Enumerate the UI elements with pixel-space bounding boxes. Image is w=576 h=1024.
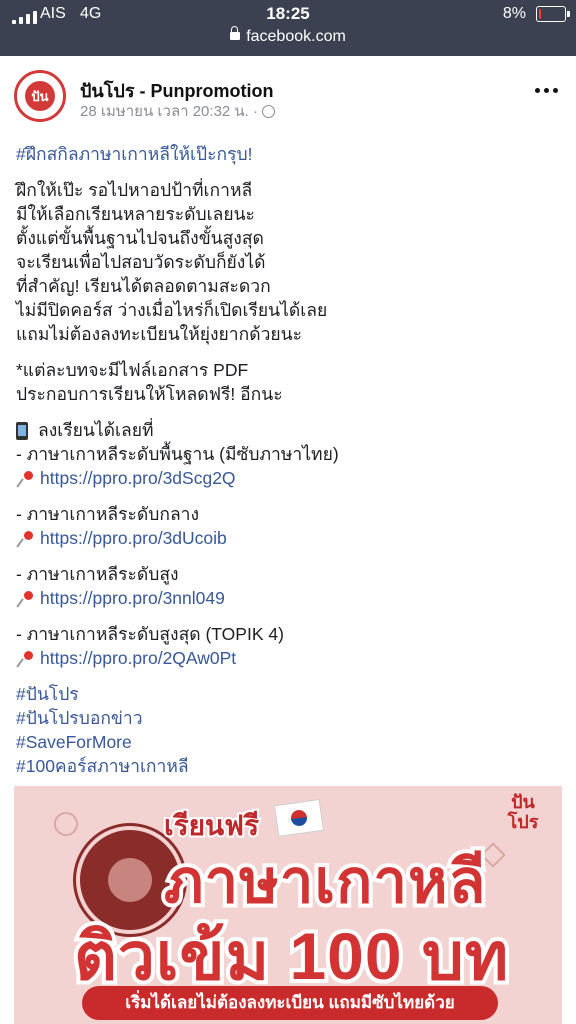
pdf-line: *แต่ละบทจะมีไฟล์เอกสาร PDF: [16, 360, 249, 380]
hashtag-link[interactable]: #SaveForMore: [16, 730, 561, 754]
logo-line: ปัน: [511, 792, 535, 812]
intro-line: จะเรียนเพื่อไปสอบวัดระดับก็ยังได้: [16, 252, 266, 272]
battery-icon: [536, 6, 570, 22]
course-link[interactable]: https://ppro.pro/3dUcoib: [40, 528, 227, 548]
decoration-circle: [54, 812, 78, 836]
hashtag-link[interactable]: #ปันโปรบอกข่าว: [16, 706, 561, 730]
pushpin-icon: [16, 651, 34, 667]
register-label: ลงเรียนได้เลยที่: [38, 420, 154, 440]
banner-tagline: เริ่มได้เลยไม่ต้องลงทะเบียน แถมมีซับไทยด…: [82, 986, 498, 1020]
pushpin-icon: [16, 591, 34, 607]
register-line: ลงเรียนได้เลยที่: [16, 418, 561, 442]
course-link[interactable]: https://ppro.pro/3dScg2Q: [40, 468, 236, 488]
timestamp-text: 28 เมษายน เวลา 20:32 น. ·: [80, 103, 259, 120]
hashtag-link[interactable]: #ฝึกสกิลภาษาเกาหลีให้เป๊ะกรุบ!: [16, 142, 561, 166]
battery-level: [539, 9, 541, 19]
url-text: facebook.com: [246, 28, 346, 45]
post-image[interactable]: เรียนฟรี ปัน โปร ภาษาเกาหลี ติวเข้ม 100 …: [14, 786, 562, 1024]
course-link-row: https://ppro.pro/3nnl049: [16, 586, 561, 610]
course-name: - ภาษาเกาหลีระดับสูงสุด (TOPIK 4): [16, 624, 284, 644]
intro-line: ตั้งแต่ขั้นพื้นฐานไปจนถึงขั้นสูงสุด: [16, 228, 264, 248]
intro-line: ไม่มีปิดคอร์ส ว่างเมื่อไหร่ก็เปิดเรียนได…: [16, 300, 328, 320]
pushpin-icon: [16, 471, 34, 487]
tiger-emblem-icon: [108, 858, 152, 902]
mobile-phone-icon: [16, 422, 28, 441]
intro-line: แถมไม่ต้องลงทะเบียนให้ยุ่งยากด้วยนะ: [16, 324, 303, 344]
lock-icon: [230, 25, 241, 40]
pushpin-icon: [16, 531, 34, 547]
course-link-row: https://ppro.pro/2QAw0Pt: [16, 646, 561, 670]
avatar-logo: ปัน: [25, 81, 55, 111]
more-dot-icon: [535, 88, 540, 93]
more-dot-icon: [544, 88, 549, 93]
globe-icon: [262, 104, 276, 118]
status-bar: AIS 4G 18:25 8% facebook.com: [0, 0, 576, 56]
brand-logo: ปัน โปร: [490, 792, 556, 852]
logo-line: โปร: [507, 812, 539, 832]
more-dot-icon: [553, 88, 558, 93]
more-options-button[interactable]: [535, 88, 558, 93]
course-link-row: https://ppro.pro/3dScg2Q: [16, 466, 561, 490]
page-avatar[interactable]: ปัน: [14, 70, 66, 122]
course-link[interactable]: https://ppro.pro/2QAw0Pt: [40, 648, 236, 668]
course-name: - ภาษาเกาหลีระดับพื้นฐาน (มีซับภาษาไทย): [16, 444, 339, 464]
clock: 18:25: [266, 4, 310, 23]
course-name: - ภาษาเกาหลีระดับกลาง: [16, 504, 200, 524]
course-link-row: https://ppro.pro/3dUcoib: [16, 526, 561, 550]
battery-percent: 8%: [502, 5, 526, 22]
post-text: #ฝึกสกิลภาษาเกาหลีให้เป๊ะกรุบ! ฝึกให้เป๊…: [16, 142, 561, 778]
korea-flag-icon: [273, 798, 325, 838]
intro-line: มีให้เลือกเรียนหลายระดับเลยนะ: [16, 204, 255, 224]
hashtag-link[interactable]: #100คอร์สภาษาเกาหลี: [16, 754, 561, 778]
intro-line: ฝึกให้เป๊ะ รอไปหาอปป้าที่เกาหลี: [16, 180, 253, 200]
hashtag-link[interactable]: #ปันโปร: [16, 682, 561, 706]
course-name: - ภาษาเกาหลีระดับสูง: [16, 564, 179, 584]
intro-line: ที่สำคัญ! เรียนได้ตลอดตามสะดวก: [16, 276, 271, 296]
pdf-line: ประกอบการเรียนให้โหลดฟรี! อีกนะ: [16, 384, 283, 404]
address-bar[interactable]: facebook.com: [0, 25, 576, 46]
course-link[interactable]: https://ppro.pro/3nnl049: [40, 588, 225, 608]
post-timestamp[interactable]: 28 เมษายน เวลา 20:32 น. ·: [80, 99, 276, 123]
